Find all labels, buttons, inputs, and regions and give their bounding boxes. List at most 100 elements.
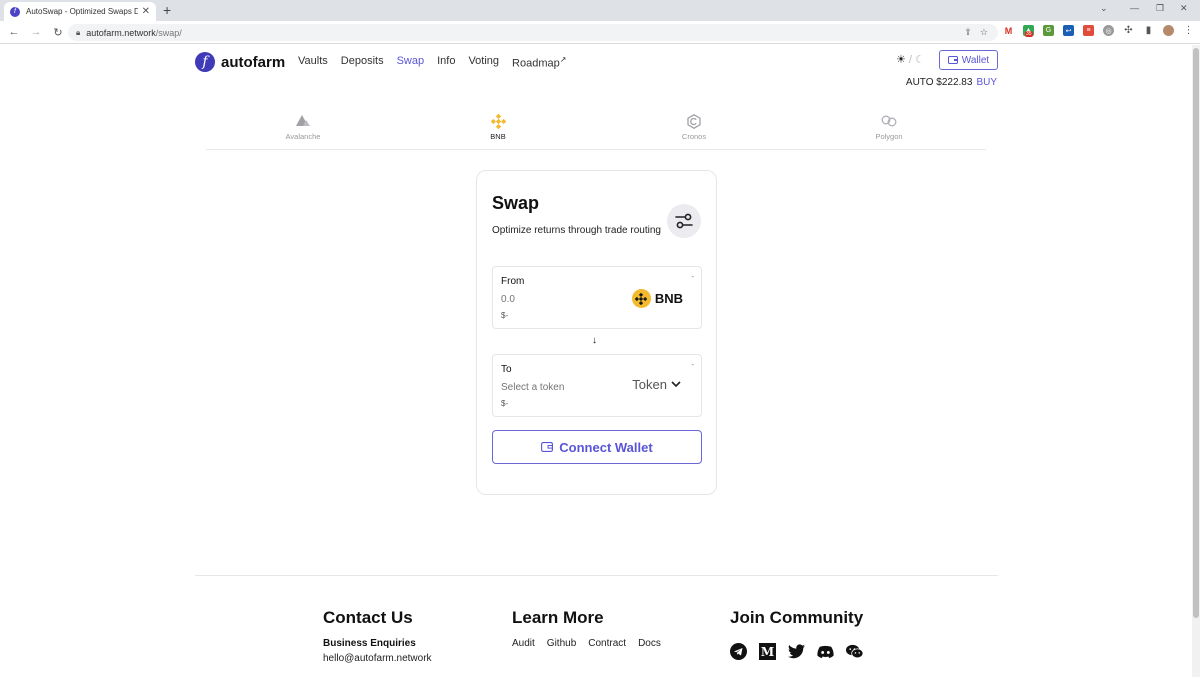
to-label: To [501, 364, 512, 375]
nav-roadmap-label: Roadmap [512, 57, 560, 70]
avatar[interactable] [1163, 25, 1174, 36]
wechat-icon[interactable] [846, 643, 863, 660]
url-host: autofarm.network [86, 27, 156, 38]
new-tab-icon[interactable]: + [163, 2, 171, 18]
bnb-token-icon [631, 289, 651, 308]
to-balance: - [691, 360, 694, 369]
nav-deposits[interactable]: Deposits [341, 55, 384, 70]
browser-tab[interactable]: f AutoSwap - Optimized Swaps De ✕ [4, 2, 156, 21]
contact-email-link[interactable]: hello@autofarm.network [323, 653, 432, 664]
telegram-icon[interactable] [730, 643, 747, 660]
back-icon[interactable]: ← [3, 26, 25, 38]
site-logo[interactable]: f autofarm [195, 52, 285, 72]
scrollbar-thumb[interactable] [1193, 48, 1199, 618]
extension-icon[interactable]: ≡ [1083, 25, 1094, 36]
footer-contact: Contact Us Business Enquiries hello@auto… [323, 608, 432, 664]
gmail-icon[interactable]: M [1003, 25, 1014, 36]
footer-learn-more: Learn More Audit Github Contract Docs [512, 608, 661, 649]
extension-icon[interactable]: ↩ [1063, 25, 1074, 36]
forward-icon[interactable]: → [25, 26, 47, 38]
auto-price-value: AUTO $222.83 [905, 77, 973, 88]
twitter-icon[interactable] [788, 643, 805, 660]
chain-tab-bnb[interactable]: BNB [458, 113, 538, 141]
auto-price: AUTO $222.83 BUY [906, 77, 997, 88]
theme-separator: / [908, 53, 912, 66]
discord-icon[interactable] [817, 643, 834, 660]
to-token-select[interactable]: Token [632, 377, 681, 392]
from-token-select[interactable]: BNB [631, 289, 683, 308]
extension-badge: 35 [1025, 31, 1033, 37]
sidepanel-icon[interactable]: ▮ [1143, 25, 1154, 36]
nav-swap[interactable]: Swap [397, 55, 425, 70]
avalanche-icon [263, 113, 343, 129]
theme-toggle[interactable]: ☀ / ☾ [896, 53, 925, 67]
logo-text: autofarm [221, 53, 286, 71]
chain-label: Avalanche [285, 132, 321, 141]
to-amount-input[interactable] [501, 382, 611, 393]
extension-icon[interactable]: ◎ [1103, 25, 1114, 36]
medium-icon[interactable]: M [759, 643, 776, 660]
lock-icon: 🔒︎ [76, 27, 81, 37]
from-token-symbol: BNB [654, 291, 683, 306]
sun-icon[interactable]: ☀ [896, 53, 906, 66]
extension-icon[interactable]: G [1043, 25, 1054, 36]
share-icon[interactable]: ⇪ [964, 27, 972, 38]
moon-icon[interactable]: ☾ [915, 53, 925, 66]
from-balance: - [691, 272, 694, 281]
swap-card: Swap Optimize returns through trade rout… [476, 170, 717, 495]
from-label: From [501, 276, 525, 287]
address-bar[interactable]: 🔒︎ autofarm.network/swap/ ⇪ ☆ [68, 24, 998, 41]
sliders-icon [675, 213, 693, 229]
menu-icon[interactable]: ⋮ [1183, 25, 1194, 36]
business-enquiries-label: Business Enquiries [323, 638, 416, 649]
external-link-icon: ↗ [559, 55, 567, 64]
chain-selector: Avalanche BNB Cronos Polygon [206, 110, 986, 150]
chain-tab-cronos[interactable]: Cronos [654, 113, 734, 141]
to-field: To - $- Token [492, 354, 702, 417]
main-nav: Vaults Deposits Swap Info Voting Roadmap… [298, 55, 566, 70]
url-path: /swap/ [155, 27, 182, 38]
svg-text:M: M [761, 645, 774, 659]
tab-search-icon[interactable]: ⌄ [1100, 3, 1108, 14]
puzzle-icon[interactable]: ✣ [1123, 25, 1134, 36]
chain-tab-polygon[interactable]: Polygon [849, 113, 929, 141]
footer-link-github[interactable]: Github [547, 638, 576, 649]
from-amount-input[interactable] [501, 294, 611, 305]
footer-divider [195, 575, 998, 576]
extension-icon[interactable]: ▲35 [1023, 25, 1034, 37]
footer-link-docs[interactable]: Docs [638, 638, 661, 649]
minimize-icon[interactable]: — [1130, 3, 1139, 13]
connect-wallet-button[interactable]: Connect Wallet [492, 430, 702, 464]
tab-title: AutoSwap - Optimized Swaps De [26, 7, 138, 16]
contact-title: Contact Us [323, 608, 413, 627]
nav-roadmap[interactable]: Roadmap↗ [512, 55, 566, 70]
reload-icon[interactable]: ↻ [47, 26, 69, 39]
close-tab-icon[interactable]: ✕ [142, 6, 150, 17]
footer-link-audit[interactable]: Audit [512, 638, 535, 649]
nav-vaults[interactable]: Vaults [298, 55, 328, 70]
autofarm-favicon-icon: f [10, 6, 20, 17]
swap-direction-arrow-icon[interactable]: ↓ [592, 335, 597, 346]
nav-voting[interactable]: Voting [468, 55, 499, 70]
restore-icon[interactable]: ❐ [1156, 3, 1164, 14]
bnb-icon [458, 113, 538, 129]
extensions-area: M ▲35 G ↩ ≡ ◎ ✣ ▮ ⋮ [1003, 25, 1194, 37]
footer-link-contract[interactable]: Contract [588, 638, 626, 649]
wallet-button[interactable]: Wallet [939, 50, 998, 70]
to-usd-value: $- [501, 399, 509, 408]
close-window-icon[interactable]: ✕ [1180, 3, 1188, 14]
swap-title: Swap [492, 193, 540, 213]
buy-link[interactable]: BUY [976, 77, 997, 88]
from-usd-value: $- [501, 311, 509, 320]
browser-toolbar: ← → ↻ 🔒︎ autofarm.network/swap/ ⇪ ☆ M ▲3… [0, 21, 1200, 44]
community-title: Join Community [730, 608, 864, 627]
settings-button[interactable] [667, 204, 701, 238]
wallet-button-label: Wallet [961, 54, 990, 66]
connect-wallet-label: Connect Wallet [559, 439, 653, 455]
chain-tab-avalanche[interactable]: Avalanche [263, 113, 343, 141]
autofarm-logo-icon: f [195, 52, 215, 72]
chain-label: Cronos [681, 132, 707, 141]
learn-more-title: Learn More [512, 608, 604, 627]
bookmark-star-icon[interactable]: ☆ [980, 27, 988, 38]
nav-info[interactable]: Info [437, 55, 455, 70]
